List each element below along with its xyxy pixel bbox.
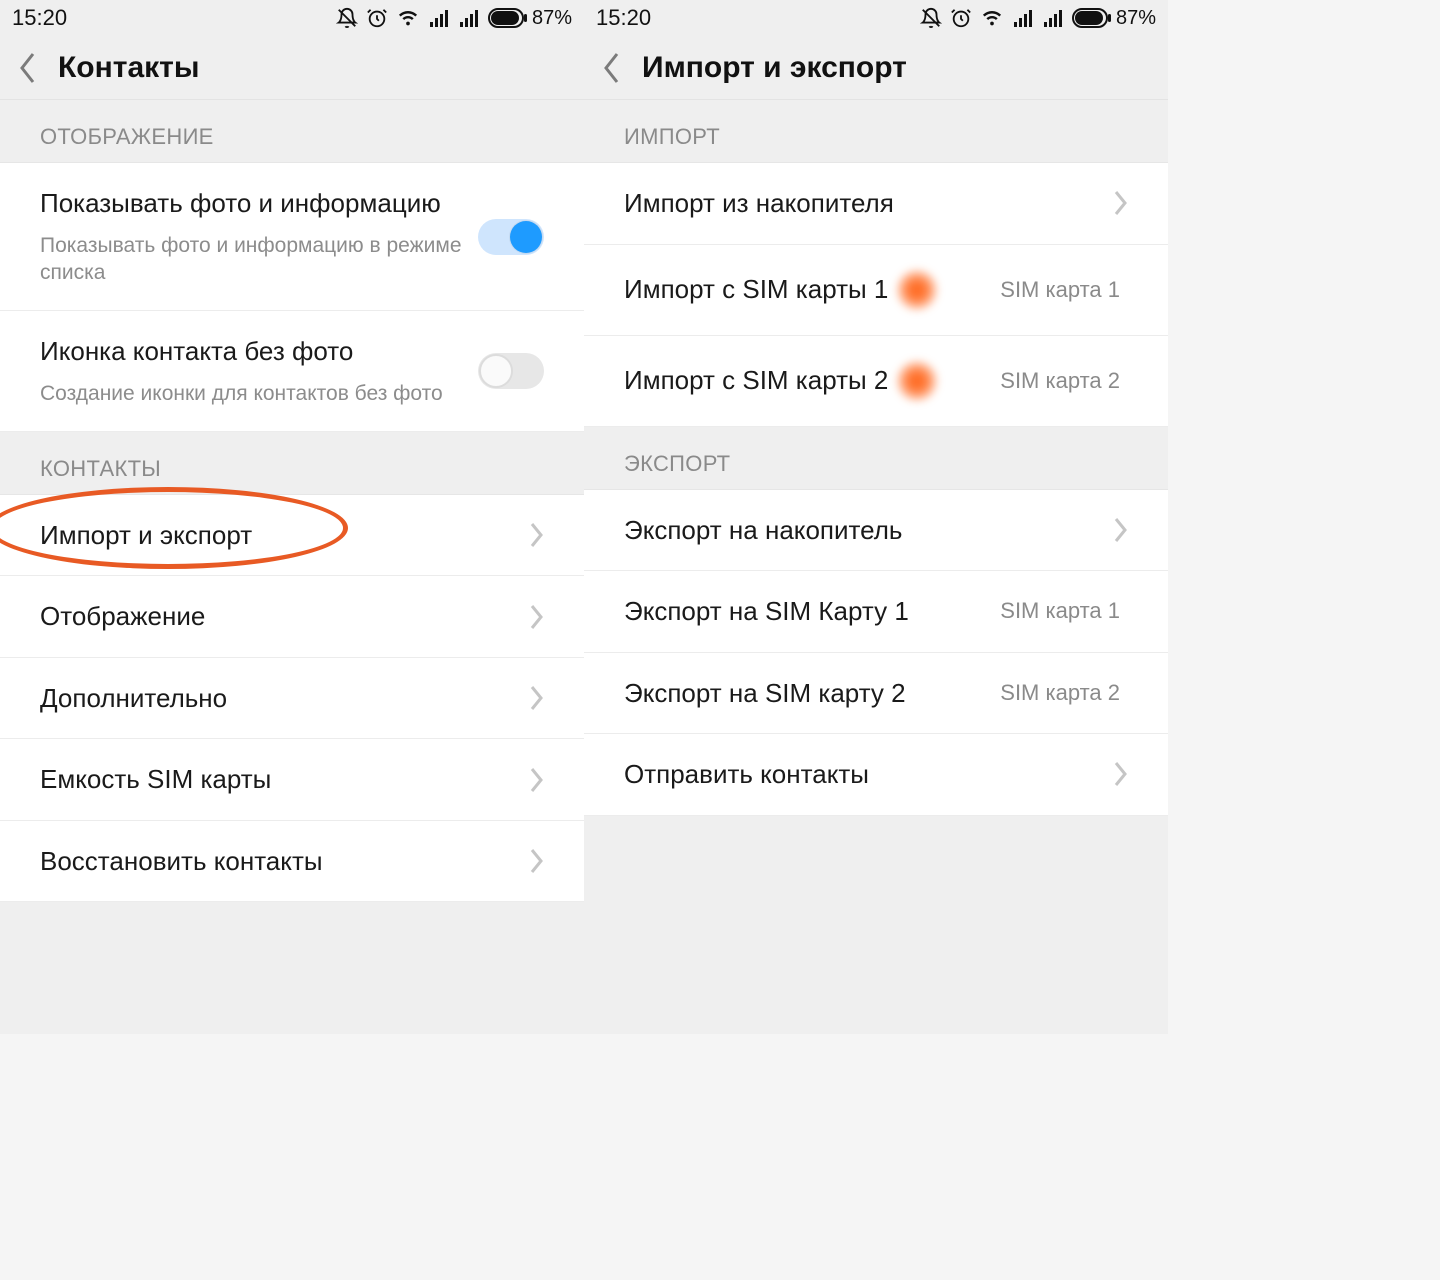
row-import-storage[interactable]: Импорт из накопителя (584, 163, 1168, 245)
row-title: Экспорт на SIM карту 2 (624, 677, 906, 710)
row-title: Импорт из накопителя (624, 187, 894, 220)
row-more[interactable]: Дополнительно (0, 658, 584, 740)
alarm-icon (366, 7, 388, 29)
back-icon[interactable] (602, 51, 622, 85)
signal-2-icon (1042, 8, 1064, 28)
settings-list: ОТОБРАЖЕНИЕ Показывать фото и информацию… (0, 100, 584, 916)
section-header-contacts: КОНТАКТЫ (0, 432, 584, 495)
back-icon[interactable] (18, 51, 38, 85)
chevron-right-icon (530, 522, 544, 548)
row-title: Показывать фото и информацию (40, 187, 441, 220)
toggle-icon-no-photo[interactable] (478, 353, 544, 389)
row-sim-capacity[interactable]: Емкость SIM карты (0, 739, 584, 821)
row-value: SIM карта 1 (1000, 598, 1120, 624)
chevron-right-icon (530, 848, 544, 874)
row-import-sim1[interactable]: Импорт с SIM карты 1 SIM карта 1 (584, 245, 1168, 336)
chevron-right-icon (1114, 190, 1128, 216)
battery-icon (488, 8, 528, 28)
row-value: SIM карта 2 (1000, 368, 1120, 394)
status-icons: 87% (336, 7, 572, 30)
battery-percent: 87% (532, 7, 572, 30)
signal-2-icon (458, 8, 480, 28)
page-title: Контакты (58, 51, 199, 85)
status-icons: 87% (920, 7, 1156, 30)
row-show-photo-info[interactable]: Показывать фото и информацию Показывать … (0, 163, 584, 311)
section-header-import: ИМПОРТ (584, 100, 1168, 163)
chevron-right-icon (530, 767, 544, 793)
status-time: 15:20 (596, 5, 651, 31)
wifi-icon (396, 7, 420, 29)
row-title: Импорт с SIM карты 2 (624, 364, 888, 397)
row-title: Иконка контакта без фото (40, 335, 353, 368)
section-header-export: ЭКСПОРТ (584, 427, 1168, 490)
alarm-icon (950, 7, 972, 29)
row-title: Восстановить контакты (40, 845, 323, 878)
row-title: Отправить контакты (624, 758, 869, 791)
row-title: Отображение (40, 600, 205, 633)
bell-off-icon (920, 7, 942, 29)
row-title: Дополнительно (40, 682, 227, 715)
phone-left-contacts-settings: 15:20 87% Контакты ОТОБРАЖЕНИЕ (0, 0, 584, 1034)
row-value: SIM карта 2 (1000, 680, 1120, 706)
row-subtitle: Показывать фото и информацию в режиме сп… (40, 232, 478, 287)
row-display[interactable]: Отображение (0, 576, 584, 658)
row-restore-contacts[interactable]: Восстановить контакты (0, 821, 584, 903)
bell-off-icon (336, 7, 358, 29)
row-title: Экспорт на SIM Карту 1 (624, 595, 909, 628)
highlight-dot-icon (896, 269, 938, 311)
row-title: Емкость SIM карты (40, 763, 271, 796)
row-value: SIM карта 1 (1000, 277, 1120, 303)
row-export-storage[interactable]: Экспорт на накопитель (584, 490, 1168, 572)
chevron-right-icon (530, 685, 544, 711)
status-time: 15:20 (12, 5, 67, 31)
status-bar: 15:20 87% (0, 0, 584, 36)
toggle-show-photo[interactable] (478, 219, 544, 255)
signal-1-icon (428, 8, 450, 28)
status-bar: 15:20 87% (584, 0, 1168, 36)
chevron-right-icon (1114, 761, 1128, 787)
phone-right-import-export: 15:20 87% Импорт и экспорт ИМПОРТ Импорт… (584, 0, 1168, 1034)
import-export-list: ИМПОРТ Импорт из накопителя Импорт с SIM… (584, 100, 1168, 816)
row-title: Импорт и экспорт (40, 519, 252, 552)
row-import-sim2[interactable]: Импорт с SIM карты 2 SIM карта 2 (584, 336, 1168, 427)
row-send-contacts[interactable]: Отправить контакты (584, 734, 1168, 816)
title-bar: Импорт и экспорт (584, 36, 1168, 100)
signal-1-icon (1012, 8, 1034, 28)
section-header-display: ОТОБРАЖЕНИЕ (0, 100, 584, 163)
row-title: Импорт с SIM карты 1 (624, 273, 888, 306)
row-title: Экспорт на накопитель (624, 514, 902, 547)
row-icon-no-photo[interactable]: Иконка контакта без фото Создание иконки… (0, 311, 584, 432)
row-export-sim1[interactable]: Экспорт на SIM Карту 1 SIM карта 1 (584, 571, 1168, 653)
battery-icon (1072, 8, 1112, 28)
chevron-right-icon (530, 604, 544, 630)
highlight-dot-icon (896, 360, 938, 402)
page-title: Импорт и экспорт (642, 51, 907, 85)
wifi-icon (980, 7, 1004, 29)
row-subtitle: Создание иконки для контактов без фото (40, 380, 443, 407)
title-bar: Контакты (0, 36, 584, 100)
chevron-right-icon (1114, 517, 1128, 543)
battery-percent: 87% (1116, 7, 1156, 30)
row-export-sim2[interactable]: Экспорт на SIM карту 2 SIM карта 2 (584, 653, 1168, 735)
row-import-export[interactable]: Импорт и экспорт (0, 495, 584, 577)
